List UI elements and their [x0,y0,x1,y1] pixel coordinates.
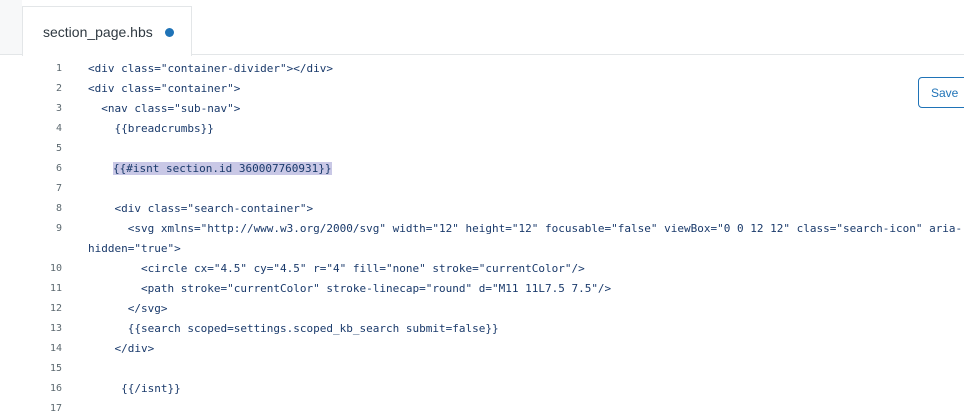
line-code: <svg xmlns="http://www.w3.org/2000/svg" … [88,222,963,235]
line-code: {{/isnt}} [88,382,181,395]
line-code: <div class="search-container"> [88,202,314,215]
line-number: 10 [49,263,62,274]
tab-label: section_page.hbs [43,23,153,40]
line-code: <nav class="sub-nav"> [88,102,241,115]
line-code: {{search scoped=settings.scoped_kb_searc… [88,322,499,335]
code-line: 16 {{/isnt}} [0,379,964,399]
line-code: <path stroke="currentColor" stroke-linec… [88,282,612,295]
line-number: 14 [49,343,62,354]
line-code: <div class="container"> [88,82,241,95]
code-line: 5 [0,139,964,159]
code-line: 3 <nav class="sub-nav"> [0,99,964,119]
line-code: </svg> [88,302,168,315]
code-line-wrapped: hidden="true"> [0,239,964,259]
line-number: 6 [55,163,62,174]
code-line: 7 [0,179,964,199]
line-code: </div> [88,342,155,355]
code-line: 2 <div class="container"> [0,79,964,99]
line-number: 16 [49,383,62,394]
code-line: 10 <circle cx="4.5" cy="4.5" r="4" fill=… [0,259,964,279]
line-code: <circle cx="4.5" cy="4.5" r="4" fill="no… [88,262,585,275]
tab-section-page[interactable]: section_page.hbs [22,6,192,56]
text-selection: {{#isnt section.id 360007760931}} [113,162,332,175]
code-line: 4 {{breadcrumbs}} [0,119,964,139]
line-code: {{breadcrumbs}} [88,122,214,135]
code-line: 13 {{search scoped=settings.scoped_kb_se… [0,319,964,339]
code-editor[interactable]: 1 <div class="container-divider"></div> … [0,59,964,419]
unsaved-dot-icon [164,27,174,37]
code-line: 9 <svg xmlns="http://www.w3.org/2000/svg… [0,219,964,239]
code-line: 11 <path stroke="currentColor" stroke-li… [0,279,964,299]
code-line: 17 [0,399,964,419]
code-line: 14 </div> [0,339,964,359]
line-number: 2 [55,83,62,94]
line-number: 15 [49,363,62,374]
tab-bar: section_page.hbs [0,0,964,56]
line-number: 8 [55,203,62,214]
code-line: 1 <div class="container-divider"></div> [0,59,964,79]
line-number: 13 [49,323,62,334]
line-number: 9 [55,223,62,234]
code-line-selected: 6 {{#isnt section.id 360007760931}} [0,159,964,179]
line-code: hidden="true"> [88,242,181,255]
line-number: 1 [55,63,62,74]
line-number: 11 [49,283,62,294]
line-number: 4 [55,123,62,134]
line-number: 5 [55,143,62,154]
code-editor-app: section_page.hbs Save 1 <div class="cont… [0,0,964,419]
code-line: 12 </svg> [0,299,964,319]
code-line: 8 <div class="search-container"> [0,199,964,219]
code-line: 15 [0,359,964,379]
line-code: {{#isnt section.id 360007760931}} [113,159,332,179]
line-number: 7 [55,183,62,194]
tab-bar-spacer [0,0,22,55]
line-number: 3 [55,103,62,114]
line-number: 17 [49,403,62,414]
line-number: 12 [49,303,62,314]
line-code: <div class="container-divider"></div> [88,62,334,75]
